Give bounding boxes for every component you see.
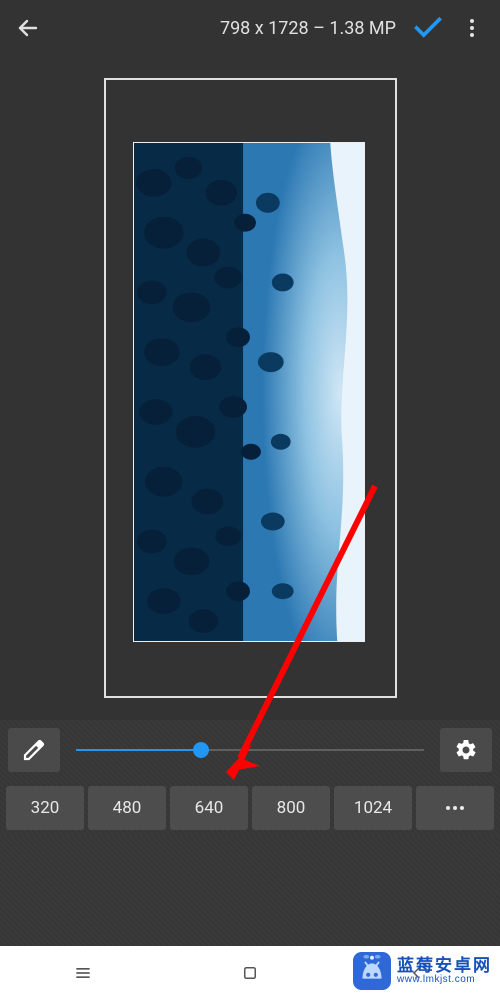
more-vert-icon — [460, 16, 484, 40]
preset-800[interactable]: 800 — [252, 786, 330, 830]
confirm-button[interactable] — [404, 8, 452, 48]
overflow-menu-button[interactable] — [452, 8, 492, 48]
preset-1024[interactable]: 1024 — [334, 786, 412, 830]
image-canvas — [0, 56, 500, 720]
watermark-text: 蓝莓安卓网 www.lmkjst.com — [397, 957, 492, 985]
system-nav-bar: 蓝莓安卓网 www.lmkjst.com — [0, 946, 500, 1000]
edit-icon — [22, 738, 46, 762]
watermark-logo-icon — [353, 952, 391, 990]
gear-icon — [454, 738, 478, 762]
resize-slider-row — [0, 720, 500, 780]
slider-track — [76, 749, 424, 751]
square-icon — [241, 964, 259, 982]
preset-640[interactable]: 640 — [170, 786, 248, 830]
resize-slider[interactable] — [60, 730, 440, 770]
watermark-title: 蓝莓安卓网 — [397, 957, 492, 974]
back-button[interactable] — [8, 8, 48, 48]
edit-button[interactable] — [8, 728, 60, 772]
crop-frame[interactable] — [104, 78, 397, 698]
checkmark-icon — [411, 11, 445, 45]
empty-area — [0, 836, 500, 946]
size-presets-row: 320 480 640 800 1024 — [0, 780, 500, 836]
menu-icon — [73, 963, 93, 983]
preset-480[interactable]: 480 — [88, 786, 166, 830]
nav-recent-button[interactable] — [53, 961, 113, 985]
slider-thumb[interactable] — [193, 742, 209, 758]
more-horiz-icon — [443, 796, 467, 820]
more-presets-button[interactable] — [416, 786, 494, 830]
nav-home-button[interactable] — [220, 961, 280, 985]
watermark: 蓝莓安卓网 www.lmkjst.com — [353, 952, 492, 990]
image-dimensions-label: 798 x 1728 – 1.38 MP — [220, 18, 396, 39]
top-app-bar: 798 x 1728 – 1.38 MP — [0, 0, 500, 56]
slider-fill — [76, 749, 201, 751]
watermark-url: www.lmkjst.com — [397, 974, 492, 985]
arrow-left-icon — [16, 16, 40, 40]
settings-button[interactable] — [440, 728, 492, 772]
preset-320[interactable]: 320 — [6, 786, 84, 830]
image-preview — [133, 142, 365, 642]
